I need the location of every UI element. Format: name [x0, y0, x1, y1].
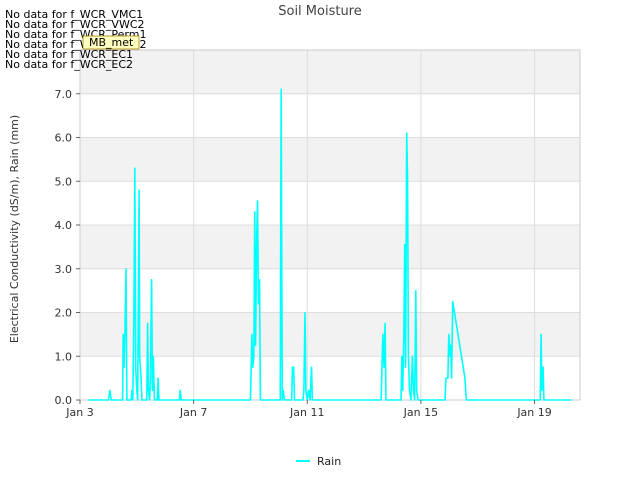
y-tick-label: 6.0 — [55, 132, 73, 145]
legend-label-rain: Rain — [317, 455, 341, 468]
y-tick-label: 0.0 — [55, 394, 73, 407]
no-data-message: No data for f_WCR_EC2 — [5, 58, 133, 71]
x-axis-ticks: Jan 3 Jan 7 Jan 11 Jan 15 Jan 19 — [65, 400, 552, 419]
background-band — [80, 50, 580, 94]
x-tick-label: Jan 3 — [65, 406, 93, 419]
x-tick-label: Jan 7 — [179, 406, 207, 419]
y-tick-label: 4.0 — [55, 219, 73, 232]
plot-background-bands — [80, 50, 580, 357]
y-axis-ticks: 0.0 1.0 2.0 3.0 4.0 5.0 6.0 7.0 — [55, 88, 80, 407]
y-tick-label: 1.0 — [55, 350, 73, 363]
chart: Jan 3 Jan 7 Jan 11 Jan 15 Jan 19 0.0 1.0 2.0 3.… — [5, 4, 581, 468]
chart-title: Soil Moisture — [278, 4, 362, 19]
background-band — [80, 312, 580, 357]
overlay-tag: MB_met — [82, 35, 140, 50]
overlay-tag-label: MB_met — [89, 36, 134, 49]
y-axis-label: Electrical Conductivity (dS/m), Rain (mm… — [8, 115, 21, 343]
background-band — [80, 225, 580, 269]
y-tick-label: 3.0 — [55, 263, 73, 276]
legend: Rain — [296, 455, 341, 468]
y-tick-label: 2.0 — [55, 307, 73, 320]
y-tick-label: 5.0 — [55, 175, 73, 188]
y-tick-label: 7.0 — [55, 88, 73, 101]
x-tick-label: Jan 15 — [403, 406, 438, 419]
x-tick-label: Jan 19 — [516, 406, 551, 419]
x-tick-label: Jan 11 — [289, 406, 324, 419]
background-band — [80, 137, 580, 182]
